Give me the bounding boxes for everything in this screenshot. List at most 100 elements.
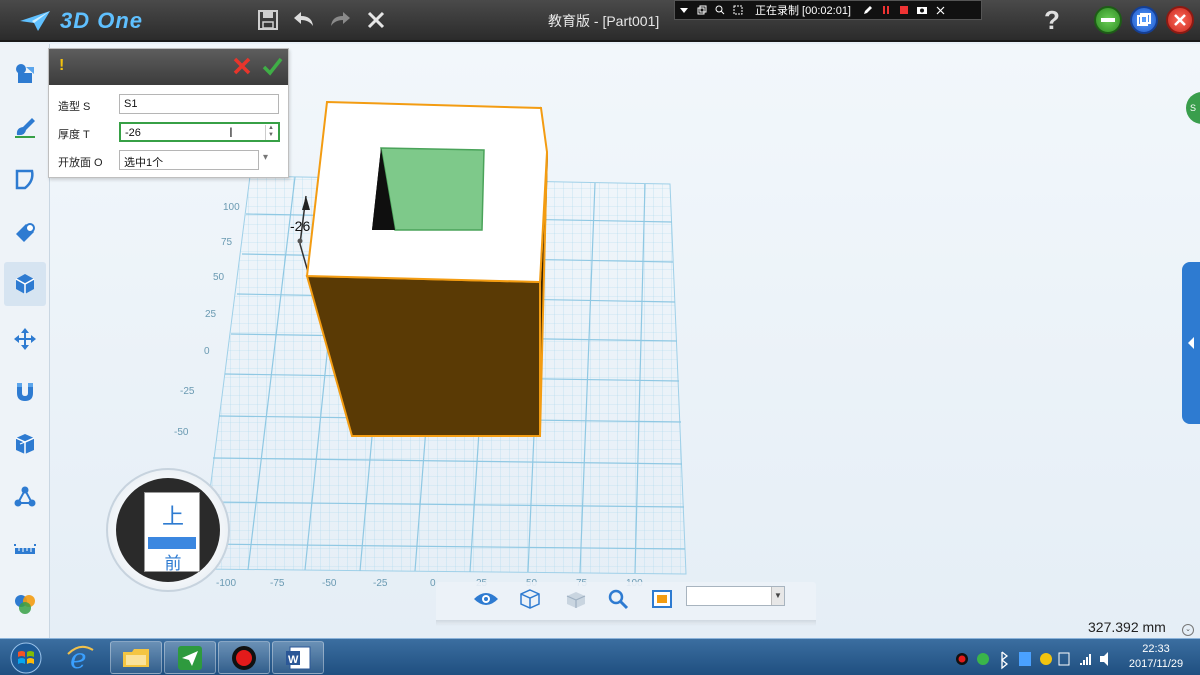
view-cube-button[interactable] (516, 585, 544, 613)
sketch-tool[interactable] (4, 105, 46, 149)
zoom-icon[interactable] (711, 1, 729, 19)
device-icon (1058, 652, 1070, 666)
basic-shapes-tool-icon (16, 64, 34, 83)
save-icon (258, 10, 278, 30)
start-button[interactable] (6, 641, 46, 674)
group-tool[interactable] (4, 422, 46, 466)
shell-box-model[interactable] (305, 100, 549, 437)
measure-tool[interactable] (4, 528, 46, 572)
system-clock[interactable]: 22:33 2017/11/29 (1120, 642, 1192, 672)
view-front-label[interactable]: 前 (145, 549, 201, 574)
clock-time: 22:33 (1142, 643, 1170, 655)
special-feature-tool-icon (15, 274, 35, 294)
right-panel-toggle[interactable] (1182, 262, 1200, 424)
sketch-edit-tool-icon (15, 169, 34, 190)
group-icon (15, 434, 35, 454)
taskbar-word[interactable]: W (272, 641, 324, 674)
internet-explorer-icon: e (67, 644, 94, 672)
frame-icon (652, 590, 672, 608)
warning-indicator: ! (59, 57, 65, 74)
chevron-left-icon (1188, 337, 1194, 349)
taskbar-ie[interactable]: e (56, 641, 104, 674)
recorder-menu-icon[interactable] (675, 1, 693, 19)
y-tick-label: -50 (174, 427, 189, 438)
move-tool[interactable] (4, 317, 46, 361)
close-icon (367, 11, 385, 29)
toolbar-shadow (436, 620, 816, 626)
pause-icon[interactable] (877, 1, 895, 19)
redo-icon (331, 12, 350, 26)
eye-icon (474, 593, 498, 605)
magnet-icon (17, 383, 33, 401)
zoom-button[interactable] (604, 585, 632, 613)
bluetooth-icon (1000, 651, 1009, 670)
taskbar-recorder[interactable] (218, 641, 270, 674)
recorder-close-icon[interactable] (931, 1, 949, 19)
view-select[interactable]: ▼ (686, 586, 785, 606)
chevron-down-icon[interactable]: ▾ (263, 152, 268, 163)
chevron-down-icon: ▼ (771, 587, 784, 605)
shape-field[interactable]: S1 (119, 94, 279, 114)
thickness-stepper[interactable]: ▲ ▼ (265, 125, 276, 140)
region-icon[interactable] (729, 1, 747, 19)
recording-status: 正在录制 [00:02:01] (755, 5, 851, 17)
undo-button[interactable] (290, 6, 318, 34)
signal-icon (1080, 654, 1091, 665)
x-tick-label: -25 (373, 578, 388, 589)
view-cube[interactable]: 上 前 (106, 468, 230, 592)
minimize-icon (1101, 18, 1115, 22)
measure-options-icon[interactable]: ⌄ (1182, 624, 1194, 636)
open-face-field[interactable]: 选中1个 (119, 150, 259, 170)
stop-icon[interactable] (895, 1, 913, 19)
close-icon (233, 57, 251, 75)
thickness-label: 厚度 T (58, 129, 90, 141)
windows-logo-icon (10, 642, 42, 673)
shaded-cube-icon (566, 592, 586, 608)
y-tick-label: 75 (221, 237, 233, 248)
minimize-button[interactable] (1094, 6, 1122, 34)
shape-label: 造型 S (58, 101, 91, 113)
basic-shapes-tool[interactable] (4, 52, 46, 96)
special-feature-tool[interactable] (4, 262, 46, 306)
window-close-button[interactable] (1166, 6, 1194, 34)
snapshot-button[interactable] (648, 585, 676, 613)
view-top-label[interactable]: 上 (145, 499, 201, 531)
shell-property-panel: ! 造型 S S1 厚度 T -26 I ▲ ▼ 开放面 O 选中1个 ▾ (48, 48, 289, 178)
maximize-button[interactable] (1130, 6, 1158, 34)
taskbar-3done[interactable] (164, 641, 216, 674)
close-document-button[interactable] (362, 6, 390, 34)
pen-icon[interactable] (859, 1, 877, 19)
clock-date: 2017/11/29 (1128, 658, 1184, 670)
title-bar: 3D One 教育版 - [Part001] 正在录制 [00:02:01] ? (0, 0, 1200, 42)
color-tool[interactable] (4, 582, 46, 626)
restore-icon[interactable] (693, 1, 711, 19)
help-button[interactable]: ? (1038, 5, 1066, 35)
taskbar: e W 22:33 2017/11/29 (0, 638, 1200, 675)
panel-cancel-button[interactable] (231, 55, 253, 77)
open-face-label: 开放面 O (58, 157, 103, 169)
panel-confirm-button[interactable] (261, 55, 283, 77)
magnet-tool[interactable] (4, 370, 46, 414)
move-icon (14, 328, 36, 350)
network-status-icon (977, 653, 989, 665)
sketch-edit-tool[interactable] (4, 158, 46, 202)
record-icon (232, 645, 256, 670)
render-style-button[interactable] (562, 585, 590, 613)
y-tick-label: 100 (223, 202, 240, 213)
camera-icon[interactable] (913, 1, 931, 19)
app-logo: 3D One (18, 8, 143, 34)
folder-icon (123, 648, 149, 667)
thickness-input[interactable]: -26 I ▲ ▼ (119, 122, 280, 142)
redo-button[interactable] (326, 6, 354, 34)
combine-tool[interactable] (4, 211, 46, 255)
paper-plane-logo-icon (20, 11, 50, 31)
taskbar-explorer[interactable] (110, 641, 162, 674)
array-tool[interactable] (4, 475, 46, 519)
security-icon (1040, 653, 1052, 665)
checkmark-icon (262, 57, 283, 76)
display-mode-button[interactable] (472, 585, 500, 613)
color-palette-icon (15, 595, 35, 614)
save-button[interactable] (254, 6, 282, 34)
app-brand: 3D One (60, 8, 144, 33)
x-tick-label: 0 (430, 578, 436, 589)
